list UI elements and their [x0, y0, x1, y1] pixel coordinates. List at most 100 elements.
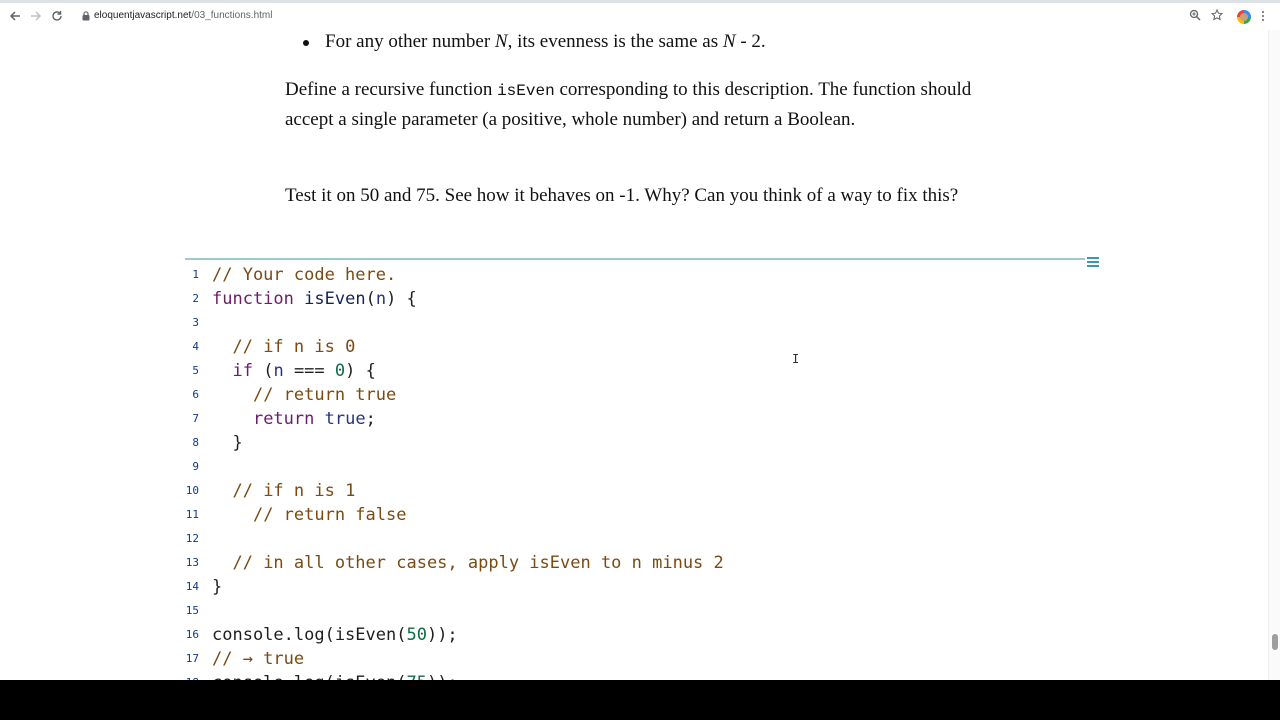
code-token: ) { [386, 289, 417, 309]
forward-icon[interactable] [27, 8, 45, 26]
code-line-text: // if n is 1 [212, 479, 355, 503]
code-token: n [375, 289, 387, 309]
line-number: 3 [192, 316, 199, 329]
line-number: 11 [185, 508, 199, 521]
code-token: // if n is 1 [232, 481, 356, 501]
code-line-text: // return false [212, 503, 407, 527]
line-number: 15 [185, 604, 199, 617]
browser-toolbar: eloquentjavascript.net/03_functions.html [0, 0, 1280, 30]
line-number: 1 [192, 268, 199, 281]
line-number: 12 [185, 532, 199, 545]
page-scrollbar[interactable] [1268, 30, 1280, 680]
line-number: 10 [185, 484, 199, 497]
code-token: ; [365, 409, 376, 429]
bookmark-star-icon[interactable] [1211, 9, 1223, 21]
line-number: 9 [192, 460, 199, 473]
scrollbar-thumb[interactable] [1272, 634, 1278, 650]
reload-icon[interactable] [48, 8, 66, 26]
code-token: return [252, 409, 315, 429]
code-token: if [232, 361, 253, 381]
code-token: 50 [406, 625, 427, 645]
text-cursor-icon: I [792, 352, 800, 366]
profile-avatar[interactable] [1237, 10, 1251, 24]
code-token: // return false [252, 505, 407, 525]
address-bar[interactable]: eloquentjavascript.net/03_functions.html [74, 6, 1254, 28]
code-token: true [324, 409, 366, 429]
exercise-paragraph-2: Test it on 50 and 75. See how it behaves… [285, 185, 959, 206]
code-editor-top-border [185, 258, 1085, 260]
code-token: // return true [252, 385, 397, 405]
inline-code-isEven: isEven [497, 82, 555, 100]
url-text: eloquentjavascript.net/03_functions.html [94, 10, 272, 21]
code-line-text: // Your code here. [212, 263, 396, 287]
line-number: 4 [192, 340, 199, 353]
code-line-text: if (n === 0) { [212, 359, 376, 383]
line-number: 13 [185, 556, 199, 569]
code-token: )); [427, 673, 458, 680]
line-number: 5 [192, 364, 199, 377]
url-domain: eloquentjavascript.net [94, 10, 192, 21]
line-number: 6 [192, 388, 199, 401]
code-line-text: // return true [212, 383, 396, 407]
bullet-item: For any other number N, its evenness is … [303, 30, 766, 54]
code-token: } [212, 577, 223, 597]
code-line-text: // if n is 0 [212, 335, 355, 359]
code-token: // in all other cases, apply isEven to n… [232, 553, 724, 573]
line-number: 18 [185, 676, 199, 680]
line-number: 8 [192, 436, 199, 449]
code-line-text: // → true [212, 647, 304, 671]
line-number: 7 [192, 412, 199, 425]
code-line-text: console.log(isEven(50)); [212, 623, 458, 647]
bullet-text-post: - 2. [735, 31, 766, 52]
bullet-text-mid: , its evenness is the same as [507, 31, 723, 52]
code-token: function [212, 289, 294, 309]
code-token: 75 [406, 673, 426, 680]
zoom-icon[interactable] [1189, 9, 1201, 21]
more-menu-icon[interactable] [1262, 11, 1265, 23]
code-token: )); [426, 625, 458, 645]
code-token: // if n is 0 [232, 337, 356, 357]
code-token: 0 [334, 361, 346, 381]
code-token: ) { [345, 361, 376, 381]
bullet-var-n: N [494, 31, 508, 52]
code-token: } [212, 433, 243, 453]
code-token: n [273, 361, 284, 381]
lock-icon [82, 11, 90, 21]
code-token: console.log(isEven( [212, 625, 407, 645]
code-line-text: console.log(isEven(75)); [212, 671, 458, 680]
code-line-text: } [212, 575, 222, 599]
code-token: === [283, 361, 335, 381]
line-number: 17 [185, 652, 199, 665]
line-number: 2 [192, 292, 199, 305]
code-token: // Your code here. [212, 265, 397, 285]
code-line-text: } [212, 431, 243, 455]
code-line-text: // in all other cases, apply isEven to n… [212, 551, 724, 575]
code-line-text: return true; [212, 407, 376, 431]
code-token: // → true [212, 649, 305, 669]
editor-menu-icon[interactable] [1087, 257, 1099, 269]
code-token: ( [252, 361, 274, 381]
code-line-text: function isEven(n) { [212, 287, 417, 311]
code-token: ( [365, 289, 376, 309]
bullet-text-pre: For any other number [325, 31, 495, 52]
code-token: isEven [304, 289, 366, 309]
url-path: /03_functions.html [191, 10, 273, 21]
page-viewport: For any other number N, its evenness is … [0, 30, 1280, 680]
bullet-var-n2: N [722, 31, 736, 52]
p1-text-pre: Define a recursive function [285, 79, 498, 100]
line-number: 16 [185, 628, 199, 641]
back-icon[interactable] [6, 8, 24, 26]
line-number: 14 [185, 580, 199, 593]
bullet-dot [303, 40, 309, 46]
code-token: console.log(isEven( [212, 673, 406, 680]
exercise-paragraph-1: Define a recursive function isEven corre… [285, 76, 985, 134]
